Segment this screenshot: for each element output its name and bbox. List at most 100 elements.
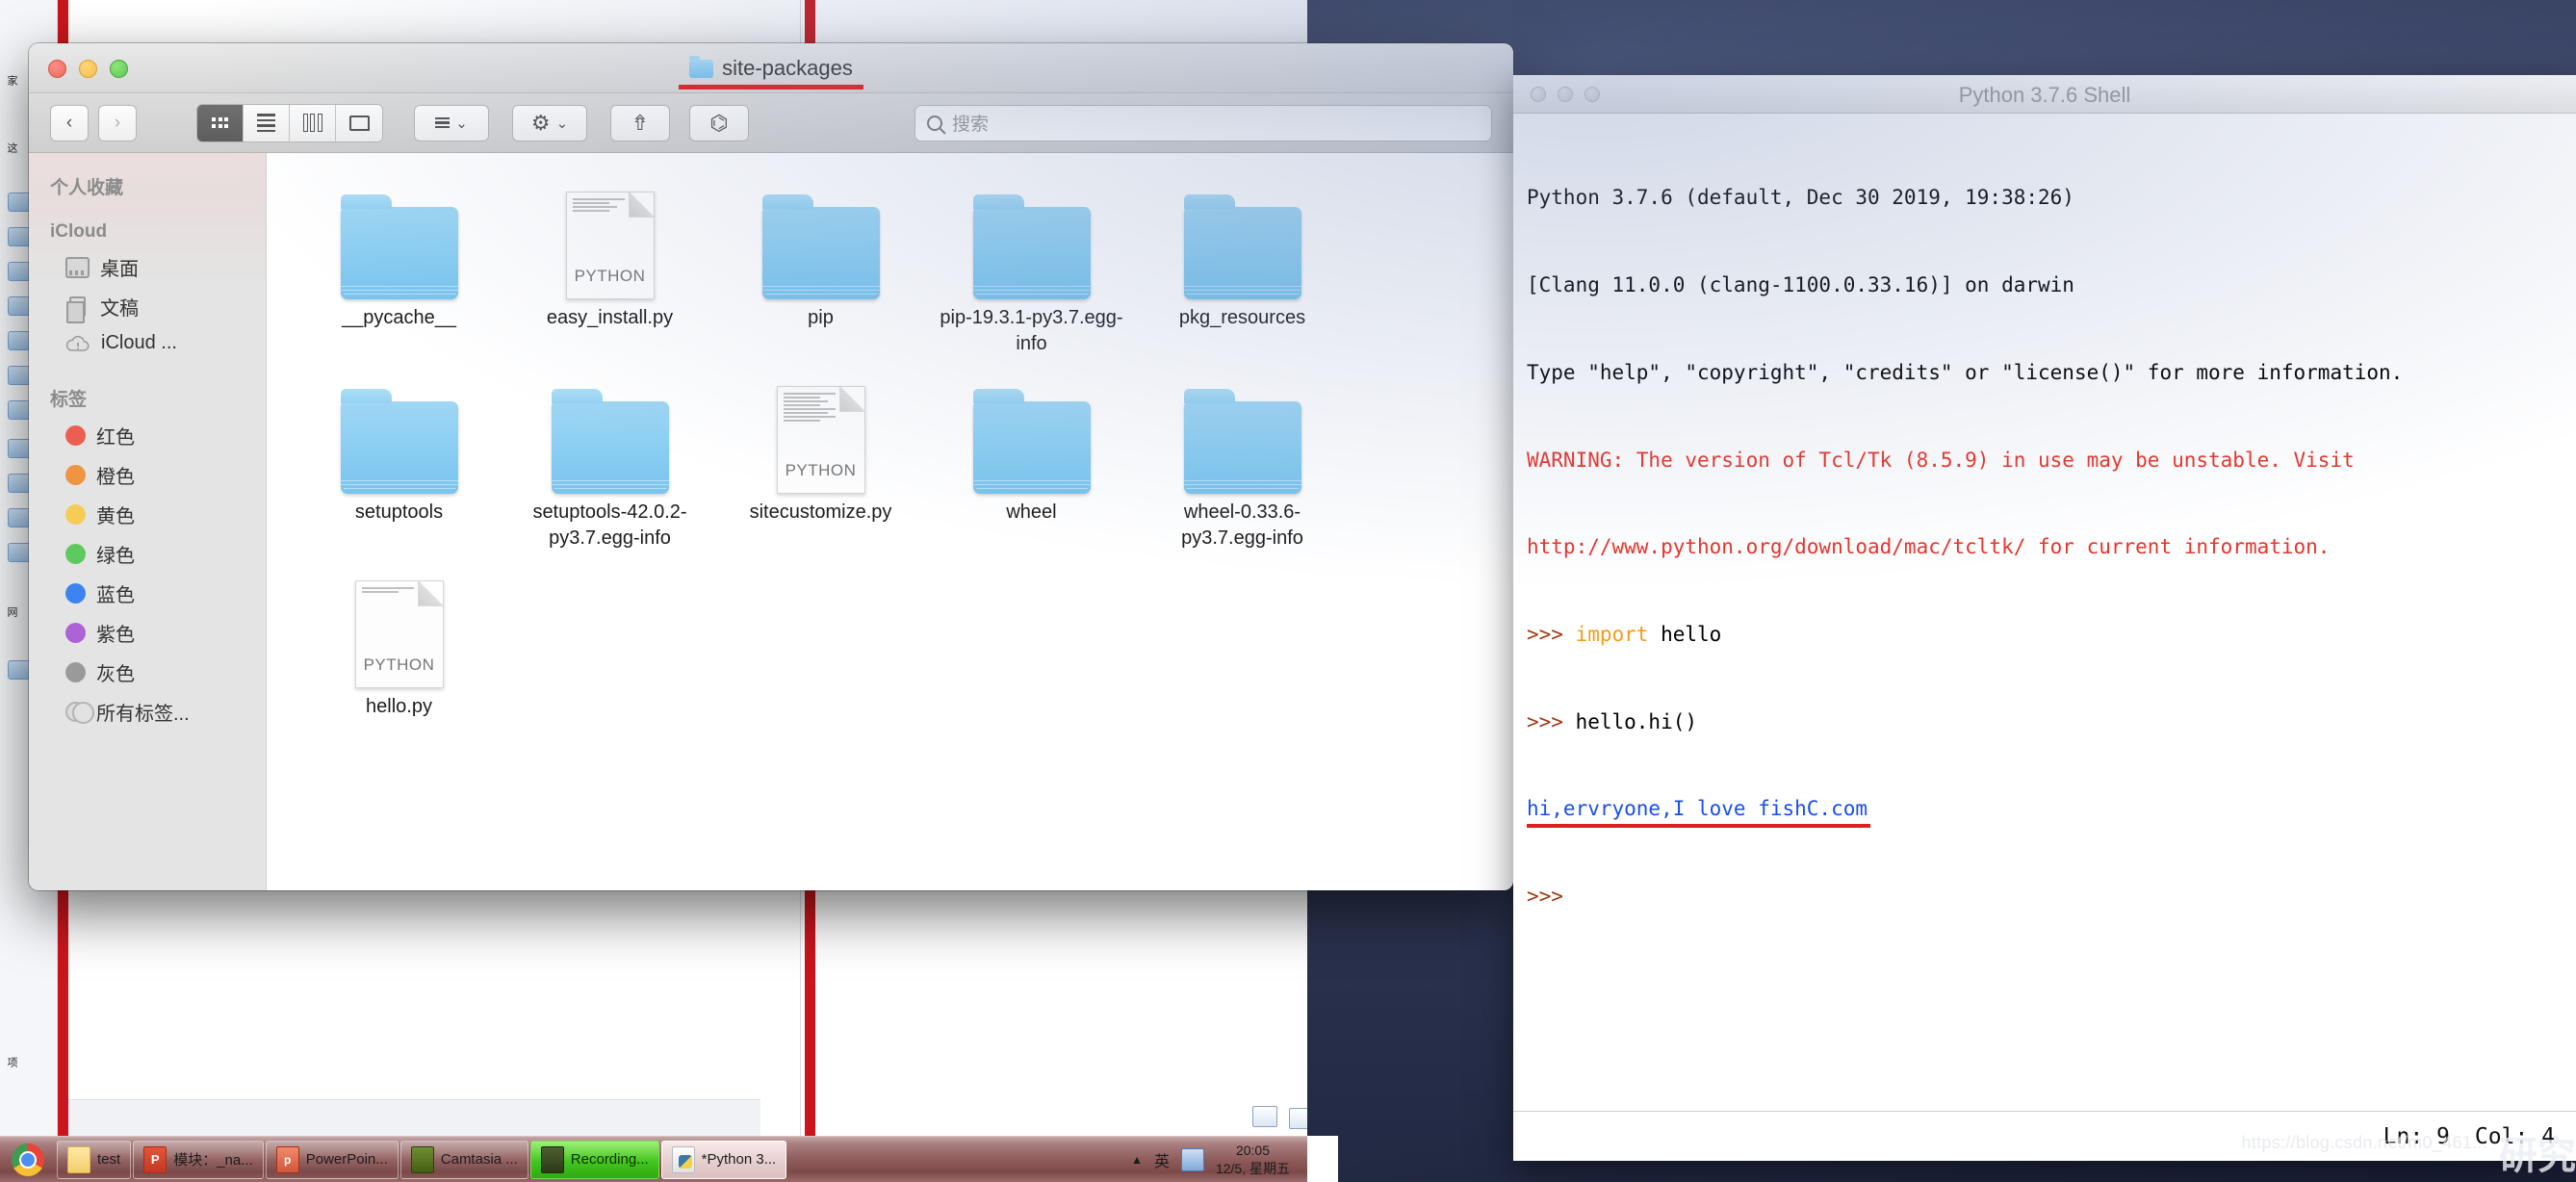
forward-button[interactable]: › [98,104,137,141]
sidebar-tag-gray[interactable]: 灰色 [29,653,266,692]
sidebar-tag-red[interactable]: 红色 [29,416,266,455]
folder-icon [1183,389,1301,494]
view-mode-segmented-control[interactable] [196,103,383,142]
file-item[interactable]: setuptools-42.0.2-py3.7.egg-info [504,373,715,552]
file-name: hello.py [366,696,432,717]
tag-button[interactable]: ⌬ [689,104,749,141]
finder-window[interactable]: site-packages ‹ › ⌄ ⚙ ⌄ ⇮ ⌬ 搜索 个人收藏 iClo… [29,43,1513,890]
taskbar-item-module[interactable]: P 模块：_na... [133,1140,264,1179]
file-item[interactable]: __pycache__ [294,178,504,357]
sidebar-tag-orange[interactable]: 橙色 [29,455,266,495]
back-button[interactable]: ‹ [50,104,89,141]
clock-time: 20:05 [1235,1142,1270,1158]
file-item[interactable]: pip [715,178,926,357]
nav-icon-drive-c[interactable] [8,439,31,458]
python-shell-window[interactable]: Python 3.7.6 Shell Python 3.7.6 (default… [1513,75,2576,1161]
tag-color-dot-yellow [65,504,86,525]
file-icon [1183,373,1301,494]
sidebar-tag-green[interactable]: 绿色 [29,534,266,574]
finder-file-area[interactable]: __pycache__ PYTHON easy_install.py pip p… [267,153,1513,890]
nav-icon-videos[interactable] [8,400,31,420]
cloud-icon [65,335,90,352]
nav-icon-downloads[interactable] [8,296,31,316]
documents-icon [65,296,90,323]
file-name: setuptools [354,501,444,523]
taskbar-item-test[interactable]: test [57,1140,132,1179]
group-by-button[interactable]: ⌄ [414,104,489,141]
nav-icon-drive-e[interactable] [8,508,31,527]
folder-icon [340,389,458,494]
sidebar-item-label: iCloud ... [101,332,177,353]
file-item[interactable]: setuptools [294,373,504,552]
windows-taskbar[interactable]: test P 模块：_na... p PowerPoin... Camtasia… [0,1136,1307,1182]
tray-expand-arrow-icon[interactable]: ▲ [1131,1153,1143,1167]
file-item[interactable]: pip-19.3.1-py3.7.egg-info [926,178,1137,357]
taskbar-item-powerpoint[interactable]: p PowerPoin... [265,1140,399,1179]
finder-toolbar[interactable]: ‹ › ⌄ ⚙ ⌄ ⇮ ⌬ 搜索 [29,93,1513,153]
list-view-button[interactable] [244,104,290,141]
nav-icon-drive-f[interactable] [8,543,31,562]
finder-sidebar[interactable]: 个人收藏 iCloud 桌面 文稿 iCloud ... 标签 红色 橙色 黄色… [29,153,267,890]
nav-label-this-pc: 这 [6,142,17,153]
ime-box-icon[interactable] [1180,1147,1204,1171]
shell-keyword: import [1575,622,1649,646]
taskbar-clock[interactable]: 20:05 12/5, 星期五 [1216,1142,1298,1178]
taskbar-item-python[interactable]: *Python 3... [660,1140,787,1179]
sidebar-section-icloud: iCloud [50,221,108,242]
sidebar-item-documents[interactable]: 文稿 [29,287,266,326]
file-item[interactable]: PYTHON hello.py [294,567,504,720]
tag-color-dot-red [65,425,86,446]
shell-prompt: >>> [1527,622,1576,646]
search-input[interactable]: 搜索 [914,104,1492,141]
nav-icon-drive-d[interactable] [8,474,31,493]
share-button[interactable]: ⇮ [610,104,670,141]
sidebar-tag-blue[interactable]: 蓝色 [29,574,266,613]
nav-icon-network[interactable] [8,660,31,680]
ime-language-indicator[interactable]: 英 [1154,1148,1170,1171]
system-tray[interactable]: ▲ 英 20:05 12/5, 星期五 [1131,1142,1307,1178]
sidebar-tag-purple[interactable]: 紫色 [29,613,266,653]
taskbar-item-camtasia[interactable]: Camtasia ... [399,1140,528,1179]
chevron-down-icon: ⌄ [455,115,468,132]
nav-icon-1[interactable] [8,193,31,212]
file-item[interactable]: PYTHON easy_install.py [504,178,715,357]
finder-titlebar[interactable]: site-packages [29,43,1513,93]
python-shell-output[interactable]: Python 3.7.6 (default, Dec 30 2019, 19:3… [1513,114,2576,1111]
tag-color-dot-orange [65,465,86,485]
folder-icon [972,389,1091,494]
shell-code: hello [1648,622,1722,646]
list-icon [257,114,275,132]
nav-icon-3[interactable] [8,262,31,281]
file-icon: PYTHON [565,178,655,299]
shell-line-import: >>> import hello [1527,620,2563,649]
shell-code: hello.hi() [1575,709,1698,733]
python-icon [671,1145,695,1173]
sidebar-tag-yellow[interactable]: 黄色 [29,495,266,534]
windows-status-bar [68,1099,1314,1136]
chrome-icon[interactable] [0,1138,56,1182]
sidebar-item-desktop[interactable]: 桌面 [29,247,266,287]
nav-icon-pictures[interactable] [8,366,31,385]
folder-icon [689,55,714,78]
taskbar-item-recording[interactable]: Recording... [529,1140,659,1179]
nav-icon-music[interactable] [8,331,31,350]
file-item[interactable]: PYTHON sitecustomize.py [715,373,926,552]
nav-icon-2[interactable] [8,227,31,246]
gallery-view-button[interactable] [336,104,382,141]
search-placeholder: 搜索 [952,115,990,135]
action-menu-button[interactable]: ⚙ ⌄ [512,104,587,141]
sidebar-item-icloud-drive[interactable]: iCloud ... [29,326,266,360]
python-shell-titlebar[interactable]: Python 3.7.6 Shell [1513,75,2576,114]
file-item[interactable]: wheel [926,373,1137,552]
icon-view-button[interactable] [197,104,244,141]
shell-line-prompt-empty: >>> [1527,882,2563,911]
details-view-icon[interactable] [1252,1106,1277,1127]
column-view-button[interactable] [290,104,336,141]
file-item[interactable]: pkg_resources [1137,178,1348,357]
shell-line: [Clang 11.0.0 (clang-1100.0.33.16)] on d… [1527,273,2074,297]
sidebar-tag-all-tags[interactable]: 所有标签... [29,692,266,732]
nav-label-items: 项 [6,1057,17,1067]
powerpoint-small-icon: p [275,1145,299,1173]
file-item[interactable]: wheel-0.33.6-py3.7.egg-info [1137,373,1348,552]
recording-icon [540,1145,564,1173]
